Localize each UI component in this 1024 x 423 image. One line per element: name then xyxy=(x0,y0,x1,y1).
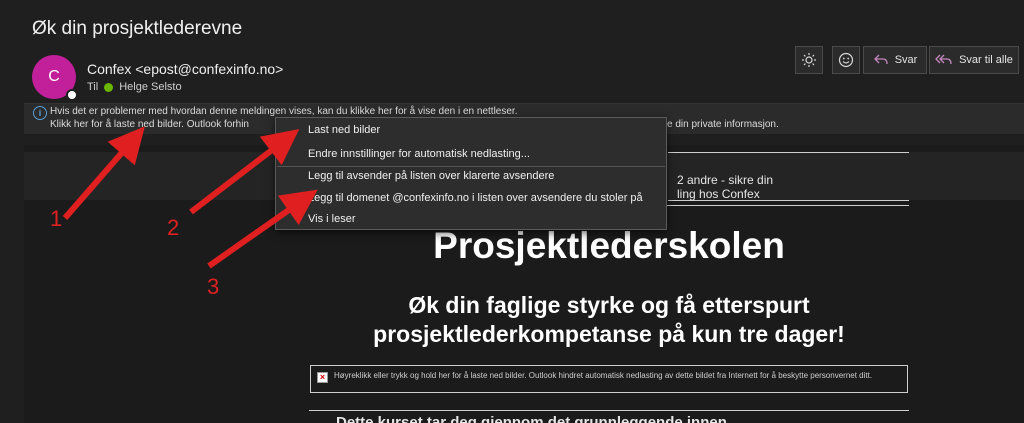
annotation-label-1: 1 xyxy=(50,206,63,231)
arrow-3 xyxy=(207,189,318,269)
annotation-arrows xyxy=(62,126,318,269)
arrow-1 xyxy=(62,126,145,220)
annotation-label-2: 2 xyxy=(167,215,180,240)
annotation-label-3: 3 xyxy=(207,274,220,299)
arrow-2 xyxy=(189,129,300,215)
